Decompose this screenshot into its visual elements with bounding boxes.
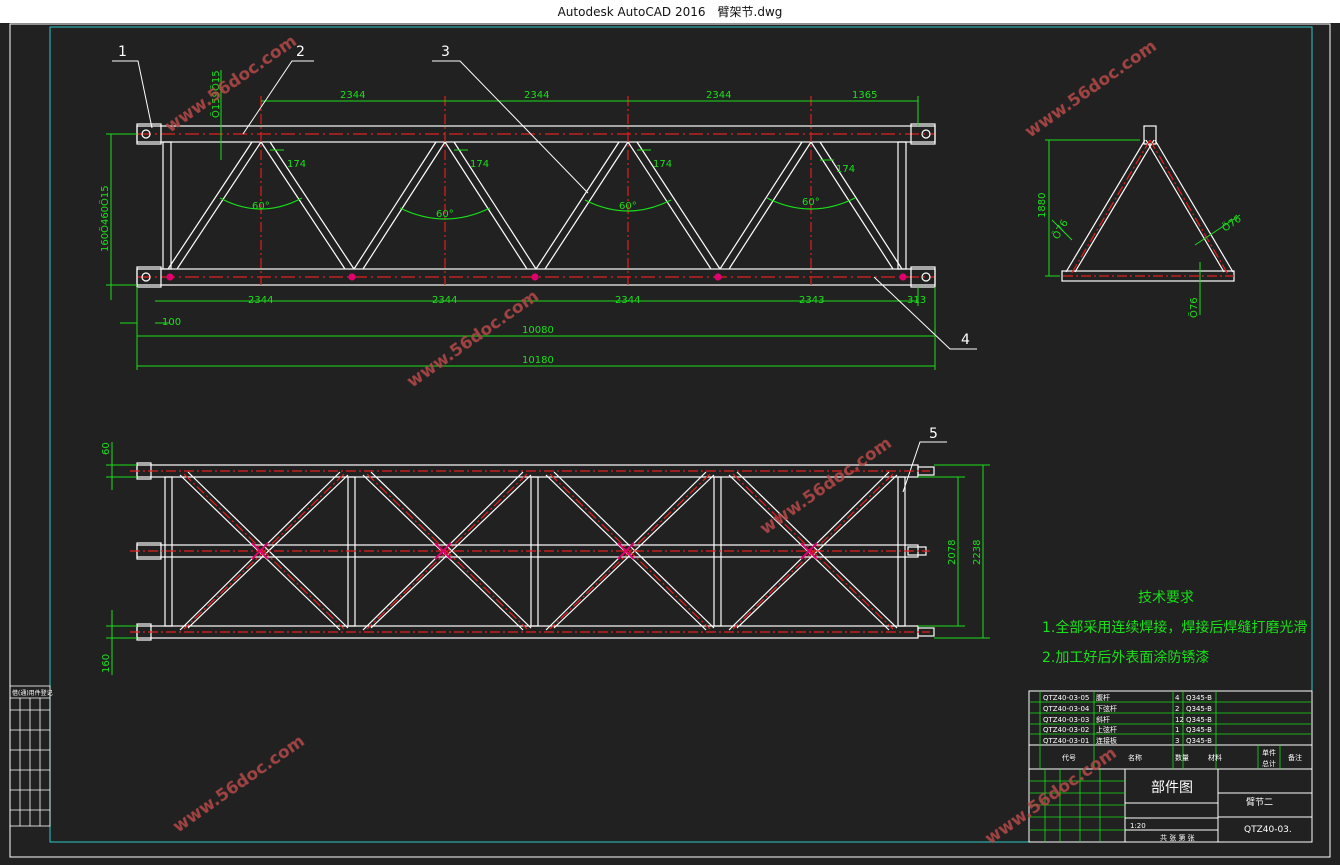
- outer-frame: [9, 23, 1331, 858]
- left-strip-label: 借(通)用件登记: [12, 689, 53, 697]
- left-vertical-dim: 160Ö460Ö15: [98, 185, 111, 252]
- front-diagonals: [167, 141, 903, 270]
- watermark-2: www.56doc.com: [1021, 36, 1160, 142]
- front-view: [136, 96, 936, 288]
- left-strip: [9, 685, 51, 827]
- requirement-2: 2.加工好后外表面涂防锈漆: [1042, 650, 1209, 666]
- plan-top-dim: 60: [101, 442, 112, 455]
- tech-requirements: 技术要求 1.全部采用连续焊接，焊接后焊缝打磨光滑 2.加工好后外表面涂防锈漆: [1042, 590, 1307, 666]
- part-code-5: QTZ40-03-01: [1043, 737, 1089, 745]
- drawing-svg: 2344 2344 2344 1365 2344 2344 2344 2343 …: [9, 23, 1331, 858]
- top-dim-1: 2344: [340, 90, 365, 101]
- part-qty-5: 3: [1175, 737, 1179, 745]
- balloon-5: 5: [929, 426, 938, 442]
- watermark-1: www.56doc.com: [161, 31, 300, 137]
- bottom-dim-2: 2344: [432, 295, 457, 306]
- small-dim-3: 174: [653, 159, 672, 170]
- top-dim-3: 2344: [706, 90, 731, 101]
- bottom-dim-1: 2344: [248, 295, 273, 306]
- drawing-name: 部件图: [1151, 780, 1193, 796]
- hdr-total: 总计: [1262, 759, 1276, 768]
- part-qty-1: 4: [1175, 694, 1180, 702]
- small-dim-4: 174: [836, 164, 855, 175]
- drawing-canvas[interactable]: 2344 2344 2344 1365 2344 2344 2344 2343 …: [0, 23, 1340, 861]
- top-dim-4: 1365: [852, 90, 877, 101]
- side-pipe-bottom: Ö76: [1187, 297, 1200, 318]
- watermark-3: www.56doc.com: [403, 286, 542, 392]
- file-title: 臂架节.dwg: [717, 5, 783, 19]
- part-name-5: 连接板: [1096, 736, 1117, 745]
- part-name-1: 腹杆: [1096, 693, 1110, 702]
- hdr-material: 材料: [1208, 753, 1222, 762]
- end-post-right: [897, 141, 907, 270]
- window-titlebar: Autodesk AutoCAD 2016 臂架节.dwg: [0, 0, 1340, 24]
- part-name-3: 斜杆: [1096, 715, 1110, 724]
- overall-inner-dim: 10080: [522, 325, 554, 336]
- part-mat-4: Q345-B: [1186, 726, 1212, 734]
- part-mat-3: Q345-B: [1186, 716, 1212, 724]
- requirement-1: 1.全部采用连续焊接，焊接后焊缝打磨光滑: [1042, 619, 1307, 636]
- part-qty-3: 12: [1175, 716, 1184, 724]
- part-name: 臂节二: [1246, 796, 1273, 808]
- requirements-title: 技术要求: [1138, 590, 1194, 606]
- hdr-name: 名称: [1128, 753, 1142, 762]
- angle-3: 60°: [619, 201, 637, 212]
- angle-2: 60°: [436, 209, 454, 220]
- side-view: [1061, 125, 1235, 282]
- part-mat-2: Q345-B: [1186, 705, 1212, 713]
- offset-dim: 100: [162, 317, 181, 328]
- app-title: Autodesk AutoCAD 2016: [557, 4, 706, 19]
- end-post-left: [162, 141, 172, 270]
- bottom-dim-5: 313: [907, 295, 926, 306]
- plan-inner-width: 2078: [947, 540, 958, 565]
- side-dimensions: [1045, 139, 1241, 315]
- part-name-4: 上弦杆: [1096, 725, 1117, 734]
- balloon-3: 3: [441, 44, 450, 60]
- side-height: 1880: [1037, 193, 1048, 218]
- angle-4: 60°: [802, 197, 820, 208]
- part-name-2: 下弦杆: [1096, 704, 1117, 713]
- angle-1: 60°: [252, 201, 270, 212]
- side-dim-text: 1880 Ö76 Ö76 Ö76: [1037, 193, 1244, 318]
- part-code-2: QTZ40-03-04: [1043, 705, 1090, 713]
- part-code-1: QTZ40-03-05: [1043, 694, 1089, 702]
- hdr-remark: 备注: [1288, 753, 1302, 762]
- title-scale: 1:20: [1130, 822, 1146, 830]
- side-top-chord: [1143, 125, 1157, 145]
- part-qty-4: 1: [1175, 726, 1179, 734]
- plan-bottom-dim: 160: [101, 654, 112, 673]
- hdr-unit: 单件: [1262, 748, 1276, 757]
- plan-outer-width: 2238: [972, 540, 983, 565]
- part-mat-1: Q345-B: [1186, 694, 1212, 702]
- bottom-dim-3: 2344: [615, 295, 640, 306]
- part-code-3: QTZ40-03-03: [1043, 716, 1089, 724]
- hdr-code: 代号: [1062, 753, 1076, 762]
- watermark-5: www.56doc.com: [169, 731, 308, 837]
- bottom-dim-4: 2343: [799, 295, 824, 306]
- balloon-4: 4: [961, 332, 970, 348]
- part-code-4: QTZ40-03-02: [1043, 726, 1089, 734]
- title-sheet: 共 张 第 张: [1160, 833, 1195, 842]
- top-dim-2: 2344: [524, 90, 549, 101]
- balloon-labels: 1 2 3 4 5: [118, 44, 970, 442]
- hdr-qty: 数量: [1175, 753, 1189, 762]
- balloon-1: 1: [118, 44, 127, 60]
- drawing-number: QTZ40-03.: [1244, 825, 1292, 835]
- inner-frame: [49, 26, 1313, 843]
- part-mat-5: Q345-B: [1186, 737, 1212, 745]
- watermarks: www.56doc.com www.56doc.com www.56doc.co…: [161, 31, 1160, 849]
- overall-dim: 10180: [522, 355, 554, 366]
- small-dim-1: 174: [287, 159, 306, 170]
- part-qty-2: 2: [1175, 705, 1179, 713]
- small-dim-2: 174: [470, 159, 489, 170]
